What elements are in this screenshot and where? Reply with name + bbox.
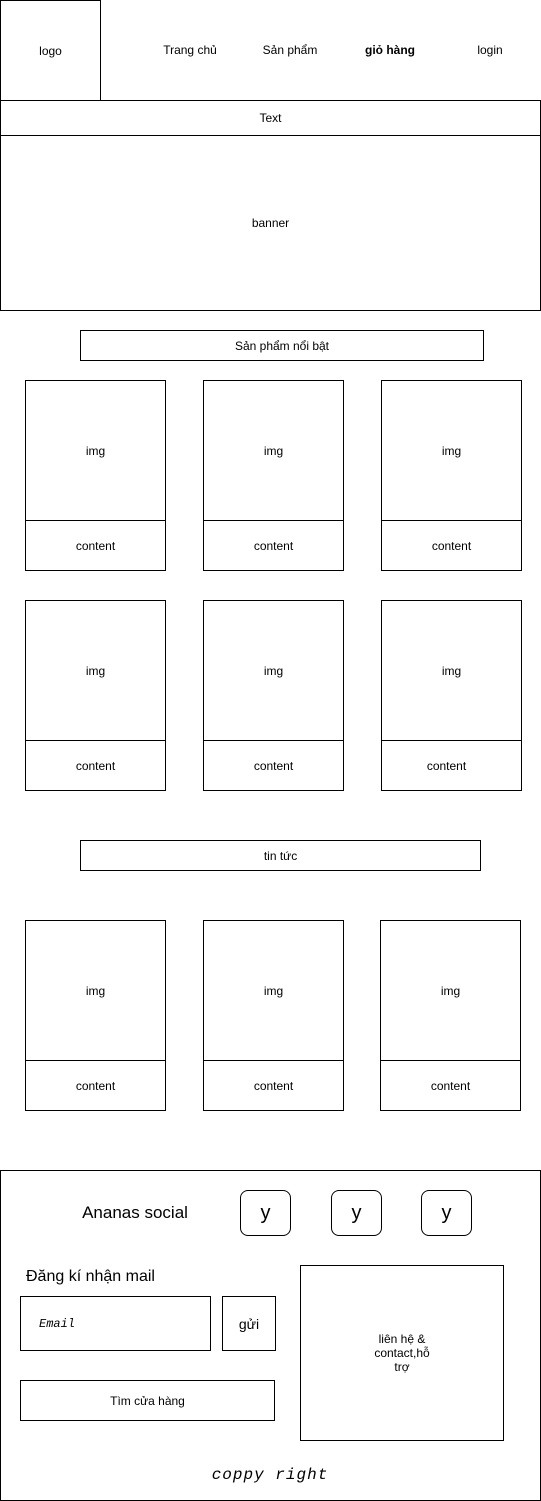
logo[interactable]: logo: [0, 0, 101, 101]
news-image-label: img: [440, 983, 461, 998]
product-card[interactable]: img content: [203, 600, 344, 791]
product-image-label: img: [441, 443, 462, 458]
nav-cart-label: giỏ hàng: [365, 43, 415, 57]
top-text-bar: Text: [0, 100, 541, 136]
email-input[interactable]: Email: [20, 1296, 211, 1351]
send-button[interactable]: gửi: [222, 1296, 276, 1351]
nav-products[interactable]: Sản phẩm: [250, 38, 330, 62]
email-placeholder: Email: [39, 1316, 76, 1331]
news-card[interactable]: img content: [380, 920, 521, 1111]
contact-line: liên hệ &: [378, 1332, 426, 1346]
find-store-label: Tìm cửa hàng: [110, 1393, 185, 1408]
featured-title-label: Sản phẩm nổi bật: [234, 338, 330, 353]
social-button-label: y: [260, 1201, 271, 1224]
nav-login-label: login: [477, 43, 503, 57]
social-button[interactable]: y: [421, 1190, 472, 1236]
newsletter-title-text: Đăng kí nhận mail: [26, 1268, 155, 1285]
social-label-text: Ananas social: [82, 1203, 188, 1222]
product-content-label: content: [253, 758, 294, 773]
featured-title: Sản phẩm nổi bật: [80, 330, 484, 361]
product-image: img: [203, 600, 344, 741]
product-card[interactable]: img content: [25, 380, 166, 571]
news-content-label: content: [253, 1078, 294, 1093]
product-content-label: content: [431, 538, 472, 553]
product-content-label: content: [75, 538, 116, 553]
banner-label: banner: [251, 216, 290, 230]
news-content-label: content: [75, 1078, 116, 1093]
news-content-label: content: [430, 1078, 471, 1093]
product-content: content: [381, 740, 522, 791]
social-label: Ananas social: [60, 1198, 210, 1228]
product-image-label: img: [85, 443, 106, 458]
banner[interactable]: banner: [0, 135, 541, 311]
product-card[interactable]: img content: [381, 600, 522, 791]
contact-line: contact,hỗ: [374, 1346, 430, 1360]
social-button[interactable]: y: [240, 1190, 291, 1236]
contact-line: trợ: [394, 1360, 410, 1374]
product-card[interactable]: img content: [203, 380, 344, 571]
product-image: img: [381, 600, 522, 741]
product-image-label: img: [263, 663, 284, 678]
news-title-label: tin tức: [263, 848, 298, 863]
product-content-label: content: [253, 538, 294, 553]
product-image: img: [203, 380, 344, 521]
newsletter-title: Đăng kí nhận mail: [26, 1264, 155, 1290]
product-content: content: [203, 740, 344, 791]
product-image: img: [381, 380, 522, 521]
nav-products-label: Sản phẩm: [262, 43, 318, 57]
nav-cart[interactable]: giỏ hàng: [350, 38, 430, 62]
product-content: content: [381, 520, 522, 571]
nav-login[interactable]: login: [450, 38, 530, 62]
product-card[interactable]: img content: [381, 380, 522, 571]
nav-home[interactable]: Trang chủ: [150, 38, 230, 62]
nav-home-label: Trang chủ: [163, 43, 217, 57]
news-content: content: [203, 1060, 344, 1111]
news-image-label: img: [85, 983, 106, 998]
news-content: content: [380, 1060, 521, 1111]
social-button-label: y: [441, 1201, 452, 1224]
product-content-label: content: [75, 758, 116, 773]
news-card[interactable]: img content: [203, 920, 344, 1111]
product-content: content: [25, 740, 166, 791]
send-button-label: gửi: [238, 1315, 260, 1332]
news-card[interactable]: img content: [25, 920, 166, 1111]
product-content: content: [203, 520, 344, 571]
product-card[interactable]: img content: [25, 600, 166, 791]
contact-box[interactable]: liên hệ & contact,hỗ trợ: [300, 1265, 504, 1441]
product-image: img: [25, 380, 166, 521]
copyright: coppy right: [170, 1462, 370, 1488]
news-title: tin tức: [80, 840, 481, 871]
news-image-label: img: [263, 983, 284, 998]
news-content: content: [25, 1060, 166, 1111]
news-image: img: [25, 920, 166, 1061]
product-content: content: [25, 520, 166, 571]
product-image: img: [25, 600, 166, 741]
product-image-label: img: [263, 443, 284, 458]
news-image: img: [380, 920, 521, 1061]
social-button[interactable]: y: [331, 1190, 382, 1236]
news-image: img: [203, 920, 344, 1061]
top-text-label: Text: [259, 111, 282, 125]
social-button-label: y: [351, 1201, 362, 1224]
copyright-text: coppy right: [211, 1466, 329, 1484]
logo-text: logo: [39, 43, 62, 58]
product-image-label: img: [85, 663, 106, 678]
product-image-label: img: [441, 663, 462, 678]
find-store-button[interactable]: Tìm cửa hàng: [20, 1380, 275, 1421]
product-content-label: content: [426, 758, 467, 773]
